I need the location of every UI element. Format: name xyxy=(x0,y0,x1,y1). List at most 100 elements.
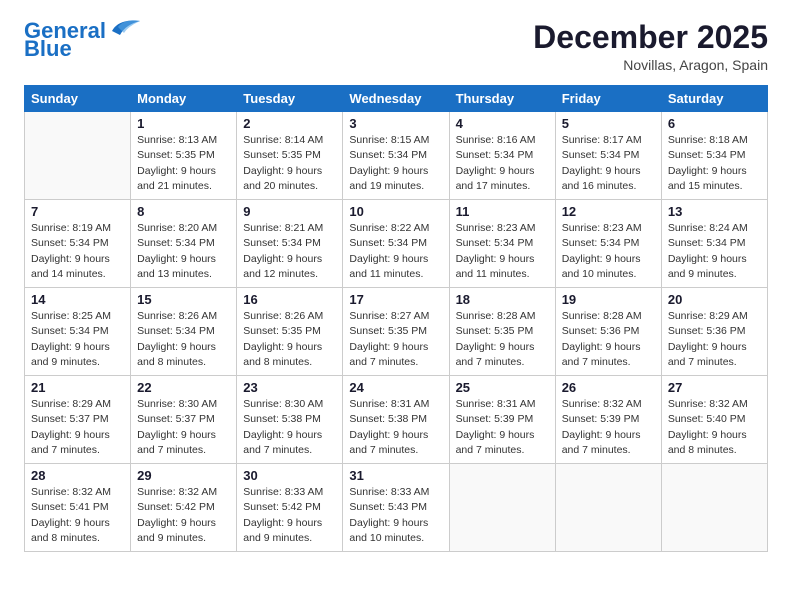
day-content: Sunrise: 8:26 AM Sunset: 5:34 PM Dayligh… xyxy=(137,309,230,370)
calendar-cell xyxy=(555,464,661,552)
calendar-cell: 8 Sunrise: 8:20 AM Sunset: 5:34 PM Daylig… xyxy=(131,200,237,288)
day-number: 2 xyxy=(243,116,336,131)
calendar-cell: 15 Sunrise: 8:26 AM Sunset: 5:34 PM Dayli… xyxy=(131,288,237,376)
day-content: Sunrise: 8:15 AM Sunset: 5:34 PM Dayligh… xyxy=(349,133,442,194)
day-number: 20 xyxy=(668,292,761,307)
calendar-header-friday: Friday xyxy=(555,86,661,112)
calendar-cell: 13 Sunrise: 8:24 AM Sunset: 5:34 PM Dayli… xyxy=(661,200,767,288)
calendar-cell: 27Sunrise: 8:32 AM Sunset: 5:40 PM Dayli… xyxy=(661,376,767,464)
day-number: 3 xyxy=(349,116,442,131)
day-content: Sunrise: 8:16 AM Sunset: 5:34 PM Dayligh… xyxy=(456,133,549,194)
day-number: 11 xyxy=(456,204,549,219)
day-number: 4 xyxy=(456,116,549,131)
calendar-header-wednesday: Wednesday xyxy=(343,86,449,112)
logo-text2: Blue xyxy=(24,38,72,60)
day-number: 5 xyxy=(562,116,655,131)
calendar-cell: 5 Sunrise: 8:17 AM Sunset: 5:34 PM Daylig… xyxy=(555,112,661,200)
calendar-cell: 9 Sunrise: 8:21 AM Sunset: 5:34 PM Daylig… xyxy=(237,200,343,288)
day-content: Sunrise: 8:31 AM Sunset: 5:39 PM Dayligh… xyxy=(456,397,549,458)
calendar-cell: 18Sunrise: 8:28 AM Sunset: 5:35 PM Dayli… xyxy=(449,288,555,376)
day-content: Sunrise: 8:24 AM Sunset: 5:34 PM Dayligh… xyxy=(668,221,761,282)
day-content: Sunrise: 8:22 AM Sunset: 5:34 PM Dayligh… xyxy=(349,221,442,282)
calendar-cell: 12 Sunrise: 8:23 AM Sunset: 5:34 PM Dayli… xyxy=(555,200,661,288)
calendar-week-row: 28 Sunrise: 8:32 AM Sunset: 5:41 PM Dayli… xyxy=(25,464,768,552)
location: Novillas, Aragon, Spain xyxy=(533,57,768,73)
day-content: Sunrise: 8:21 AM Sunset: 5:34 PM Dayligh… xyxy=(243,221,336,282)
day-number: 13 xyxy=(668,204,761,219)
day-number: 16 xyxy=(243,292,336,307)
day-content: Sunrise: 8:30 AM Sunset: 5:37 PM Dayligh… xyxy=(137,397,230,458)
day-number: 22 xyxy=(137,380,230,395)
day-content: Sunrise: 8:31 AM Sunset: 5:38 PM Dayligh… xyxy=(349,397,442,458)
calendar-header-saturday: Saturday xyxy=(661,86,767,112)
day-content: Sunrise: 8:18 AM Sunset: 5:34 PM Dayligh… xyxy=(668,133,761,194)
day-content: Sunrise: 8:33 AM Sunset: 5:43 PM Dayligh… xyxy=(349,485,442,546)
calendar-cell: 30 Sunrise: 8:33 AM Sunset: 5:42 PM Dayli… xyxy=(237,464,343,552)
day-number: 23 xyxy=(243,380,336,395)
day-content: Sunrise: 8:25 AM Sunset: 5:34 PM Dayligh… xyxy=(31,309,124,370)
day-number: 25 xyxy=(456,380,549,395)
month-title: December 2025 xyxy=(533,20,768,55)
day-content: Sunrise: 8:17 AM Sunset: 5:34 PM Dayligh… xyxy=(562,133,655,194)
page: General Blue December 2025 Novillas, Ara… xyxy=(0,0,792,612)
day-content: Sunrise: 8:27 AM Sunset: 5:35 PM Dayligh… xyxy=(349,309,442,370)
day-number: 24 xyxy=(349,380,442,395)
day-number: 29 xyxy=(137,468,230,483)
calendar-cell: 29 Sunrise: 8:32 AM Sunset: 5:42 PM Dayli… xyxy=(131,464,237,552)
day-content: Sunrise: 8:33 AM Sunset: 5:42 PM Dayligh… xyxy=(243,485,336,546)
day-number: 8 xyxy=(137,204,230,219)
day-number: 19 xyxy=(562,292,655,307)
day-number: 30 xyxy=(243,468,336,483)
day-content: Sunrise: 8:13 AM Sunset: 5:35 PM Dayligh… xyxy=(137,133,230,194)
calendar-header-monday: Monday xyxy=(131,86,237,112)
calendar-cell: 22 Sunrise: 8:30 AM Sunset: 5:37 PM Dayli… xyxy=(131,376,237,464)
calendar-week-row: 14 Sunrise: 8:25 AM Sunset: 5:34 PM Dayli… xyxy=(25,288,768,376)
calendar-cell: 17Sunrise: 8:27 AM Sunset: 5:35 PM Dayli… xyxy=(343,288,449,376)
calendar-header-row: SundayMondayTuesdayWednesdayThursdayFrid… xyxy=(25,86,768,112)
day-number: 9 xyxy=(243,204,336,219)
day-content: Sunrise: 8:32 AM Sunset: 5:39 PM Dayligh… xyxy=(562,397,655,458)
calendar-cell: 31 Sunrise: 8:33 AM Sunset: 5:43 PM Dayli… xyxy=(343,464,449,552)
calendar-cell: 28 Sunrise: 8:32 AM Sunset: 5:41 PM Dayli… xyxy=(25,464,131,552)
calendar-week-row: 21Sunrise: 8:29 AM Sunset: 5:37 PM Dayli… xyxy=(25,376,768,464)
day-number: 14 xyxy=(31,292,124,307)
day-content: Sunrise: 8:28 AM Sunset: 5:35 PM Dayligh… xyxy=(456,309,549,370)
day-content: Sunrise: 8:23 AM Sunset: 5:34 PM Dayligh… xyxy=(456,221,549,282)
day-number: 6 xyxy=(668,116,761,131)
day-content: Sunrise: 8:32 AM Sunset: 5:41 PM Dayligh… xyxy=(31,485,124,546)
day-content: Sunrise: 8:20 AM Sunset: 5:34 PM Dayligh… xyxy=(137,221,230,282)
day-content: Sunrise: 8:14 AM Sunset: 5:35 PM Dayligh… xyxy=(243,133,336,194)
calendar-week-row: 7 Sunrise: 8:19 AM Sunset: 5:34 PM Daylig… xyxy=(25,200,768,288)
calendar-cell xyxy=(661,464,767,552)
day-content: Sunrise: 8:29 AM Sunset: 5:37 PM Dayligh… xyxy=(31,397,124,458)
day-content: Sunrise: 8:30 AM Sunset: 5:38 PM Dayligh… xyxy=(243,397,336,458)
calendar-cell: 11 Sunrise: 8:23 AM Sunset: 5:34 PM Dayli… xyxy=(449,200,555,288)
calendar-header-tuesday: Tuesday xyxy=(237,86,343,112)
calendar-cell: 16 Sunrise: 8:26 AM Sunset: 5:35 PM Dayli… xyxy=(237,288,343,376)
day-number: 28 xyxy=(31,468,124,483)
calendar-cell: 6 Sunrise: 8:18 AM Sunset: 5:34 PM Daylig… xyxy=(661,112,767,200)
calendar-cell: 21Sunrise: 8:29 AM Sunset: 5:37 PM Dayli… xyxy=(25,376,131,464)
day-number: 27 xyxy=(668,380,761,395)
calendar-week-row: 1 Sunrise: 8:13 AM Sunset: 5:35 PM Daylig… xyxy=(25,112,768,200)
day-content: Sunrise: 8:26 AM Sunset: 5:35 PM Dayligh… xyxy=(243,309,336,370)
day-number: 15 xyxy=(137,292,230,307)
day-number: 12 xyxy=(562,204,655,219)
calendar-cell: 3 Sunrise: 8:15 AM Sunset: 5:34 PM Daylig… xyxy=(343,112,449,200)
day-content: Sunrise: 8:32 AM Sunset: 5:42 PM Dayligh… xyxy=(137,485,230,546)
calendar-cell: 10Sunrise: 8:22 AM Sunset: 5:34 PM Dayli… xyxy=(343,200,449,288)
day-number: 7 xyxy=(31,204,124,219)
day-content: Sunrise: 8:29 AM Sunset: 5:36 PM Dayligh… xyxy=(668,309,761,370)
calendar-cell: 25 Sunrise: 8:31 AM Sunset: 5:39 PM Dayli… xyxy=(449,376,555,464)
day-number: 31 xyxy=(349,468,442,483)
day-number: 1 xyxy=(137,116,230,131)
calendar-cell: 7 Sunrise: 8:19 AM Sunset: 5:34 PM Daylig… xyxy=(25,200,131,288)
calendar-cell xyxy=(25,112,131,200)
calendar-header-thursday: Thursday xyxy=(449,86,555,112)
calendar-cell: 20 Sunrise: 8:29 AM Sunset: 5:36 PM Dayli… xyxy=(661,288,767,376)
calendar-cell xyxy=(449,464,555,552)
logo-bird-icon xyxy=(108,17,140,39)
day-content: Sunrise: 8:23 AM Sunset: 5:34 PM Dayligh… xyxy=(562,221,655,282)
calendar-cell: 26Sunrise: 8:32 AM Sunset: 5:39 PM Dayli… xyxy=(555,376,661,464)
day-content: Sunrise: 8:19 AM Sunset: 5:34 PM Dayligh… xyxy=(31,221,124,282)
